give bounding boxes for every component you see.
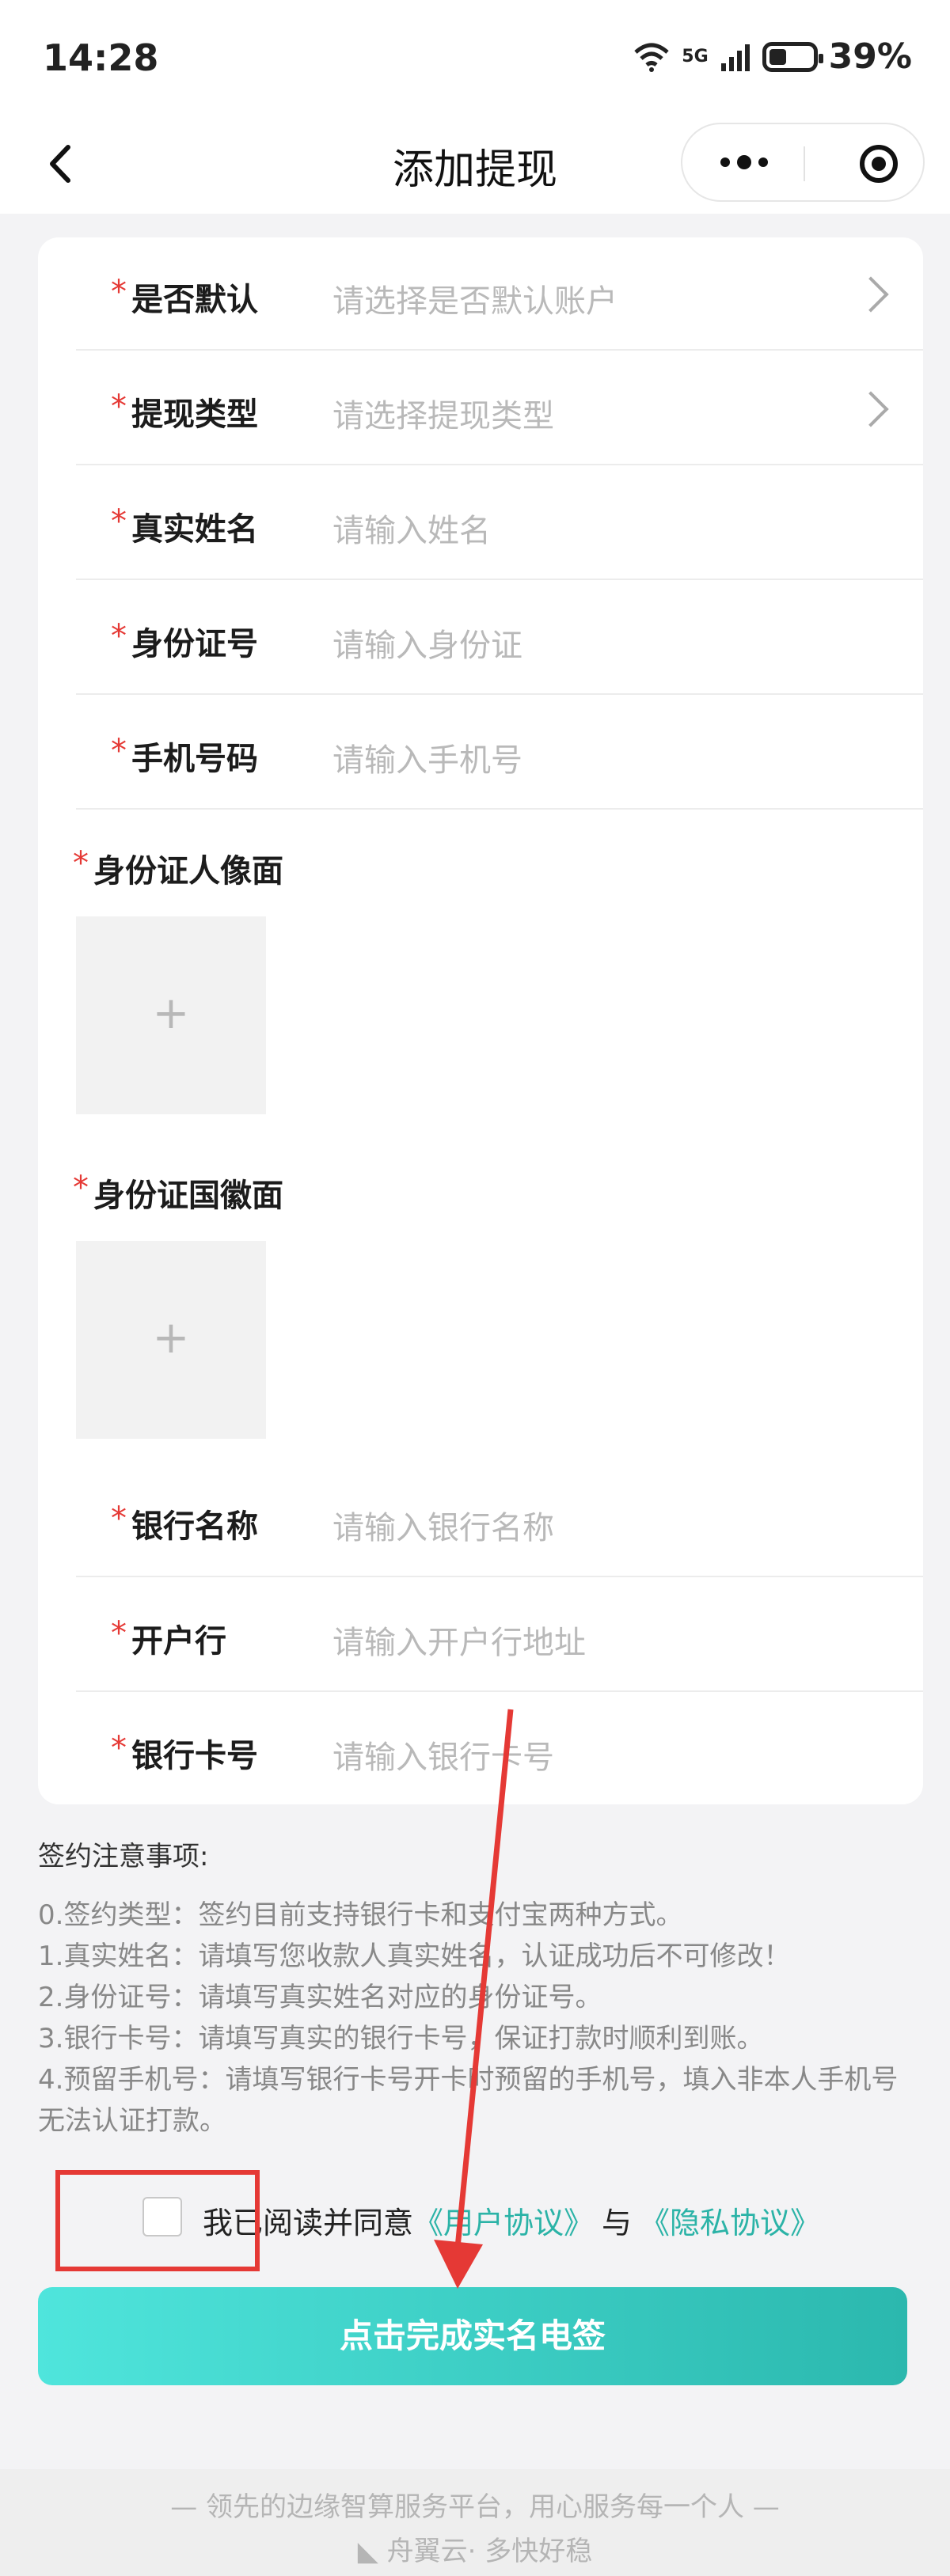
id-back-upload[interactable]: + (76, 1241, 266, 1439)
default-account-select[interactable]: 请选择是否默认账户 (332, 275, 618, 321)
mini-program-capsule (681, 123, 925, 202)
withdraw-type-select[interactable]: 请选择提现类型 (332, 390, 554, 436)
field-label: 开户行 (131, 1623, 226, 1660)
signal-icon (720, 44, 750, 71)
required-mark: * (111, 618, 127, 654)
row-bank-branch: * 开户行 请输入开户行地址 (76, 1579, 923, 1692)
status-icons: 5G 39% (633, 36, 912, 77)
battery-percent: 39% (828, 36, 912, 77)
wifi-icon (634, 43, 669, 72)
note-item: 3.银行卡号：请填写真实的银行卡号，保证打款时顺利到账。 (38, 2023, 764, 2054)
footer-slogan: — 领先的边缘智算服务平台，用心服务每一个人 — (170, 2491, 780, 2523)
required-mark: * (73, 1170, 89, 1206)
more-icon[interactable] (712, 142, 776, 183)
nav-bar: 添加提现 (0, 119, 950, 214)
field-label: 真实姓名 (131, 511, 258, 548)
annotation-highlight-box (55, 2170, 260, 2271)
battery-icon (762, 41, 823, 72)
bank-card-input[interactable]: 请输入银行卡号 (332, 1732, 554, 1777)
row-withdraw-type[interactable]: * 提现类型 请选择提现类型 (76, 352, 923, 465)
required-mark: * (111, 274, 127, 310)
row-id-number: * 身份证号 请输入身份证 (76, 582, 923, 695)
phone-input[interactable]: 请输入手机号 (332, 734, 522, 780)
note-item: 2.身份证号：请填写真实姓名对应的身份证号。 (38, 1982, 602, 2013)
field-label: 银行名称 (131, 1508, 258, 1545)
chevron-right-icon (853, 391, 889, 427)
id-number-input[interactable]: 请输入身份证 (332, 620, 522, 666)
capsule-divider (804, 146, 805, 181)
privacy-agreement-link[interactable]: 《隐私协议》 (640, 2206, 820, 2240)
plus-icon: + (152, 1312, 190, 1364)
withdraw-form: * 是否默认 请选择是否默认账户 * 提现类型 请选择提现类型 * 真实姓名 请… (38, 237, 923, 1804)
note-item: 0.签约类型：签约目前支持银行卡和支付宝两种方式。 (38, 1899, 683, 1931)
agreement-conj: 与 (602, 2206, 633, 2240)
field-label: 身份证人像面 (93, 853, 283, 890)
notes-title: 签约注意事项: (38, 1841, 209, 1872)
status-bar: 14:28 5G 39% (0, 0, 950, 119)
required-mark: * (111, 1730, 127, 1766)
chevron-right-icon (853, 276, 889, 313)
required-mark: * (111, 1500, 127, 1537)
footer: — 领先的边缘智算服务平台，用心服务每一个人 — ◣ 舟翼云· 多快好稳 (0, 2469, 950, 2576)
required-mark: * (111, 389, 127, 425)
field-label: 提现类型 (131, 396, 258, 433)
plus-icon: + (152, 988, 190, 1039)
required-mark: * (73, 845, 89, 882)
row-bank-name: * 银行名称 请输入银行名称 (76, 1464, 923, 1577)
top-bar: 14:28 5G 39% 添加提现 (0, 0, 950, 214)
required-mark: * (111, 733, 127, 769)
row-phone: * 手机号码 请输入手机号 (76, 696, 923, 810)
required-mark: * (111, 503, 127, 540)
bank-name-input[interactable]: 请输入银行名称 (332, 1502, 554, 1548)
row-real-name: * 真实姓名 请输入姓名 (76, 467, 923, 580)
field-label: 手机号码 (131, 741, 258, 777)
status-time: 14:28 (43, 36, 159, 79)
real-name-input[interactable]: 请输入姓名 (332, 505, 491, 551)
field-label: 银行卡号 (131, 1738, 258, 1774)
brand-logo-icon: ◣ (357, 2536, 387, 2567)
field-label: 身份证国徽面 (93, 1178, 283, 1214)
row-bank-card: * 银行卡号 请输入银行卡号 (76, 1694, 923, 1807)
network-label: 5G (682, 47, 709, 66)
row-default-account[interactable]: * 是否默认 请选择是否默认账户 (76, 237, 923, 351)
user-agreement-link[interactable]: 《用户协议》 (413, 2206, 594, 2240)
note-item: 1.真实姓名：请填写您收款人真实姓名，认证成功后不可修改！ (38, 1941, 791, 1972)
id-front-upload[interactable]: + (76, 916, 266, 1114)
close-target-icon[interactable] (860, 145, 898, 183)
note-item: 4.预留手机号：请填写银行卡号开卡时预留的手机号，填入非本人手机号无法认证打款。 (38, 2064, 899, 2137)
submit-button[interactable]: 点击完成实名电签 (38, 2287, 907, 2385)
bank-branch-input[interactable]: 请输入开户行地址 (332, 1617, 586, 1663)
field-label: 是否默认 (131, 282, 258, 318)
footer-brand: ◣ 舟翼云· 多快好稳 (0, 2529, 950, 2568)
footer-brand-text: 舟翼云· 多快好稳 (386, 2536, 593, 2567)
required-mark: * (111, 1615, 127, 1652)
agreement-text: 我已阅读并同意《用户协议》与《隐私协议》 (203, 2199, 820, 2242)
field-label: 身份证号 (131, 626, 258, 662)
